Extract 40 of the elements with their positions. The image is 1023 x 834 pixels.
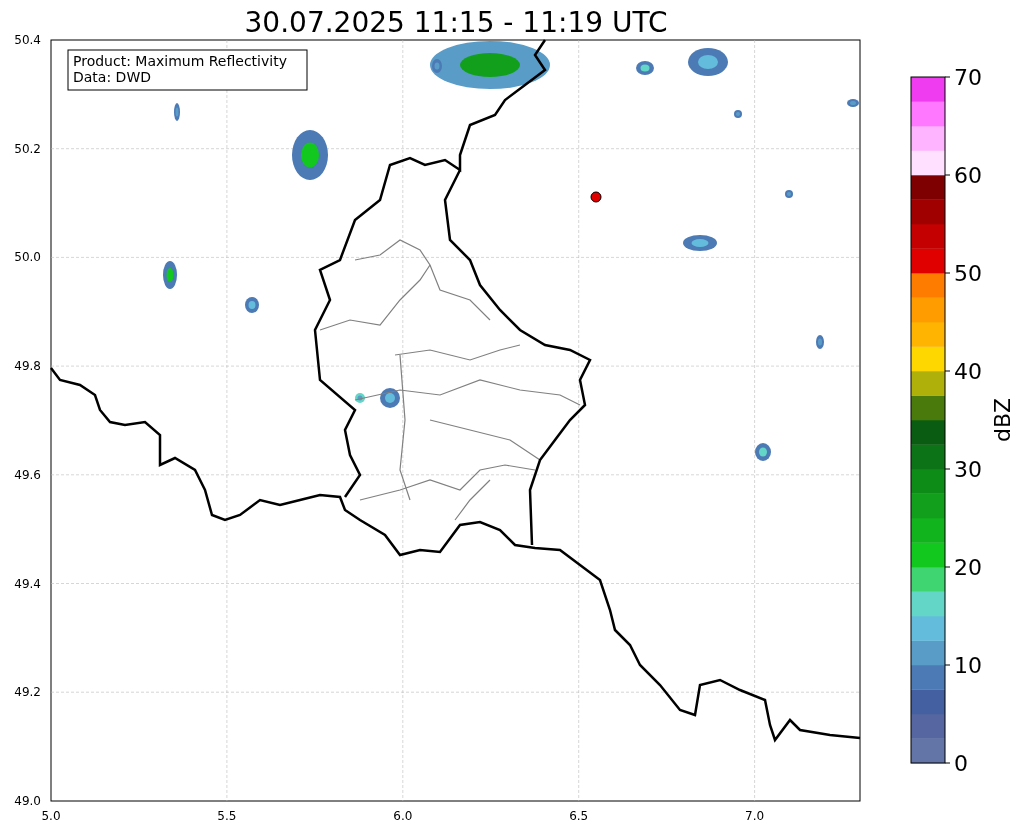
axis-tick-label: 50.4 bbox=[14, 33, 41, 47]
chart-title: 30.07.2025 11:15 - 11:19 UTC bbox=[244, 6, 668, 39]
radar-site-marker bbox=[590, 191, 602, 203]
colorbar-tick-label: 60 bbox=[954, 163, 982, 188]
axis-tick-label: 6.5 bbox=[569, 809, 589, 823]
colorbar-tick-label: 30 bbox=[954, 457, 982, 482]
radar-echo bbox=[380, 388, 400, 408]
radar-echo bbox=[174, 103, 180, 121]
axis-tick-label: 50.0 bbox=[14, 250, 41, 265]
radar-echo bbox=[847, 99, 859, 107]
colorbar-tick-label: 0 bbox=[954, 751, 968, 776]
colorbar-tick-label: 70 bbox=[954, 65, 982, 90]
info-text: Product: Maximum Reflectivity bbox=[73, 53, 287, 69]
colorbar-tick-label: 20 bbox=[954, 555, 982, 580]
axis-tick-label: 49.0 bbox=[14, 793, 41, 808]
axis-tick-label: 49.8 bbox=[14, 359, 41, 374]
axis-tick-label: 49.4 bbox=[14, 576, 41, 591]
axis-tick-label: 5.0 bbox=[41, 809, 61, 823]
radar-echo bbox=[785, 190, 793, 198]
radar-echo bbox=[636, 61, 654, 75]
radar-echo bbox=[292, 130, 328, 180]
radar-echo bbox=[355, 393, 365, 403]
radar-echo bbox=[163, 261, 177, 289]
axis-tick-label: 6.0 bbox=[393, 809, 413, 823]
colorbar-label: dBZ bbox=[990, 397, 1015, 443]
colorbar-tick-label: 50 bbox=[954, 261, 982, 286]
radar-echo bbox=[755, 443, 771, 461]
info-text: Data: DWD bbox=[73, 69, 151, 85]
colorbar-tick-label: 40 bbox=[954, 359, 982, 384]
axis-tick-label: 7.0 bbox=[745, 809, 765, 823]
axis-tick-label: 50.2 bbox=[14, 141, 41, 156]
colorbar-tick-label: 10 bbox=[954, 653, 982, 678]
radar-echo bbox=[816, 335, 824, 349]
axis-tick-label: 49.2 bbox=[14, 685, 41, 700]
axis-tick-label: 5.5 bbox=[217, 809, 237, 823]
radar-echo bbox=[688, 48, 728, 76]
radar-echo bbox=[245, 297, 259, 313]
radar-echo bbox=[734, 110, 742, 118]
radar-echo bbox=[683, 235, 717, 251]
axis-tick-label: 49.6 bbox=[14, 467, 41, 482]
